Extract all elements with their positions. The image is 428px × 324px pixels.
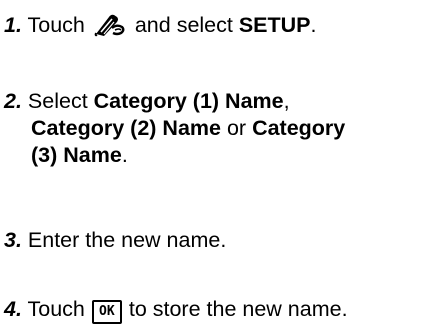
menu-option-setup: SETUP	[238, 13, 311, 37]
step-2-line-2: Category (2) Name or Category	[4, 115, 345, 142]
step-1-line: 1. Touch and select SETUP.	[4, 12, 317, 39]
step-4: 4. Touch OK to store the new name.	[4, 296, 348, 324]
step-2: 2. Select Category (1) Name, Category (2…	[4, 88, 345, 169]
wand-menu-icon	[93, 12, 127, 37]
step-number: 4.	[4, 297, 22, 321]
step-text: .	[310, 13, 317, 37]
step-2-line-3: (3) Name.	[4, 142, 345, 169]
step-2-line-1: 2. Select Category (1) Name,	[4, 88, 345, 115]
step-1: 1. Touch and select SETUP.	[4, 12, 317, 39]
ok-key-icon: OK	[91, 300, 122, 324]
step-number: 3.	[4, 228, 22, 252]
step-text: ,	[283, 89, 290, 113]
step-number: 1.	[4, 13, 22, 37]
option-category-2-name: Category (2) Name	[31, 116, 221, 140]
step-4-line: 4. Touch OK to store the new name.	[4, 296, 348, 324]
step-number: 2.	[4, 89, 22, 113]
step-3-line: 3. Enter the new name.	[4, 227, 226, 254]
option-category-3-name-part-2: (3) Name	[31, 143, 122, 167]
step-text: or	[220, 116, 253, 140]
step-text: and select	[128, 13, 239, 37]
step-text: Touch	[21, 297, 91, 321]
step-3: 3. Enter the new name.	[4, 227, 226, 254]
step-text: .	[121, 143, 128, 167]
option-category-1-name: Category (1) Name	[93, 89, 284, 113]
step-text: Enter the new name.	[21, 228, 227, 252]
step-text: to store the new name.	[122, 297, 348, 321]
step-text: Touch	[21, 13, 91, 37]
option-category-3-name-part-1: Category	[252, 116, 346, 140]
step-text: Select	[21, 89, 94, 113]
